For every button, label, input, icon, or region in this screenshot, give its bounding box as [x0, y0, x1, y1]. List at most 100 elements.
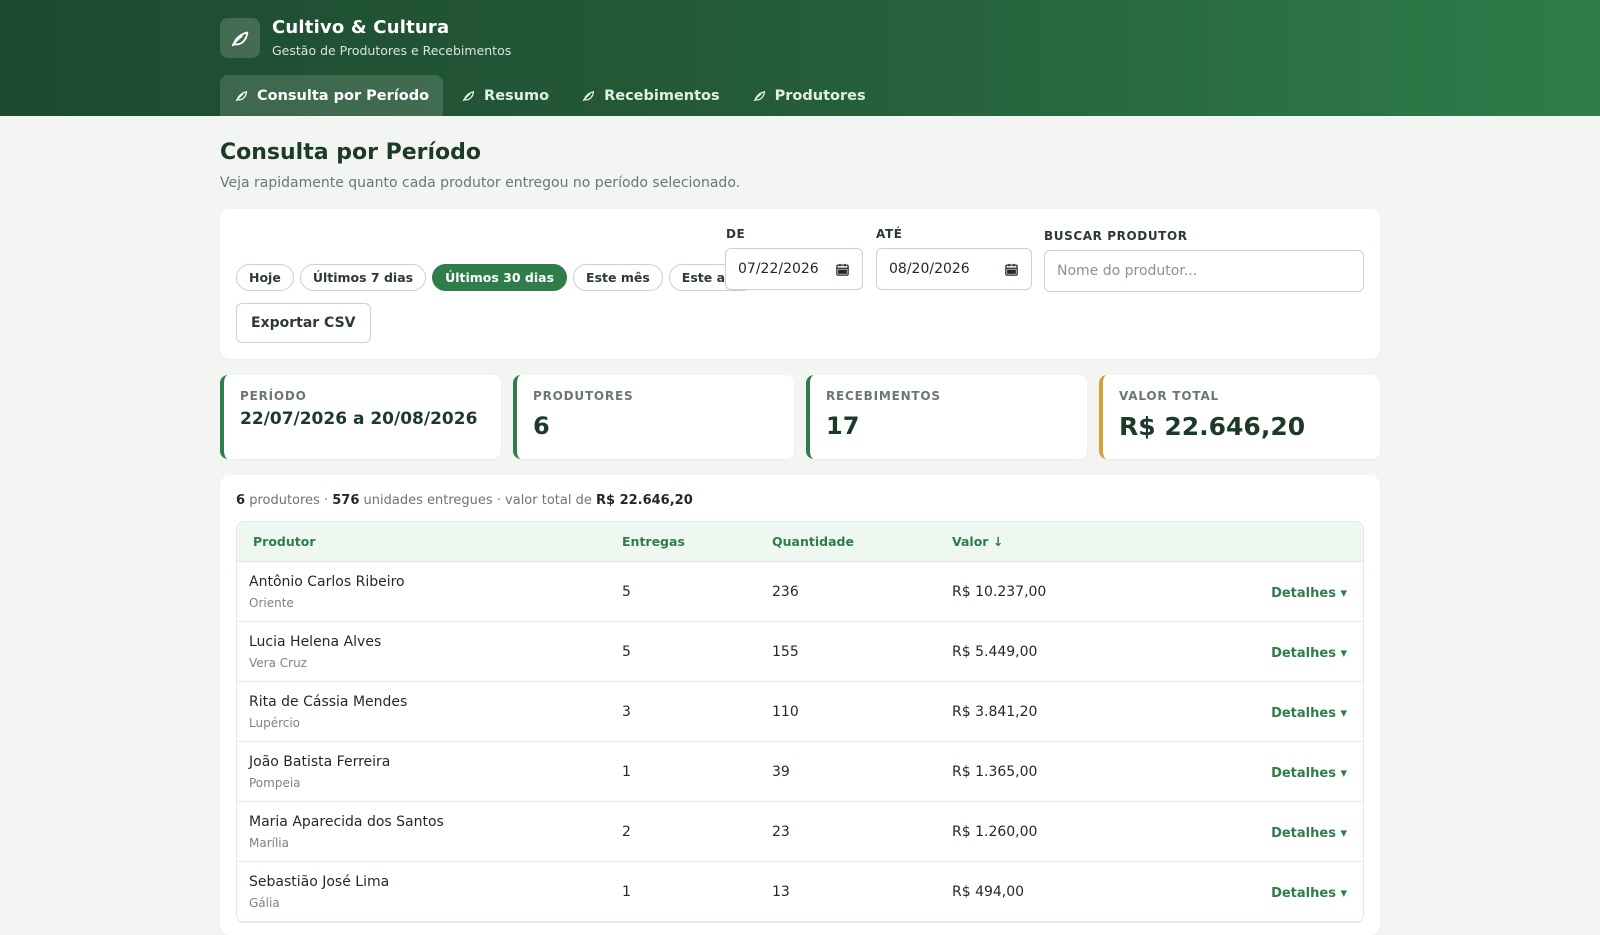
tab-consulta-por-periodo[interactable]: Consulta por Período [220, 75, 444, 116]
producer-cell: Antônio Carlos Ribeiro Oriente [237, 574, 622, 610]
producer-city: Oriente [249, 595, 294, 610]
producer-cell: Maria Aparecida dos Santos Marília [237, 814, 622, 850]
brand-logo [220, 17, 260, 58]
table-row: Sebastião José Lima Gália 1 13 R$ 494,00… [237, 862, 1363, 922]
app-title: Cultivo & Cultura [272, 17, 450, 38]
page-title: Consulta por Período [220, 140, 482, 165]
tab-produtores[interactable]: Produtores [738, 75, 880, 116]
quantity-cell: 236 [772, 583, 799, 600]
stat-label: PERÍODO [240, 389, 307, 403]
export-csv-button[interactable]: Exportar CSV [236, 303, 371, 343]
producer-city: Lupércio [249, 715, 301, 730]
summary-total: R$ 22.646,20 [595, 493, 693, 508]
table-row: Lucia Helena Alves Vera Cruz 5 155 R$ 5.… [237, 622, 1363, 682]
calendar-icon[interactable] [835, 262, 850, 277]
table-row: Maria Aparecida dos Santos Marília 2 23 … [237, 802, 1363, 862]
header-value[interactable]: Valor ↓ [952, 534, 1202, 549]
stat-label: RECEBIMENTOS [826, 389, 941, 403]
producer-name: Maria Aparecida dos Santos [249, 813, 444, 830]
main-content: Consulta por Período Veja rapidamente qu… [220, 116, 1380, 935]
calendar-icon[interactable] [1004, 262, 1019, 277]
to-date-value: 08/20/2026 [889, 261, 970, 277]
tab-label: Consulta por Período [257, 87, 430, 104]
stat-producers: PRODUTORES 6 [513, 375, 794, 459]
results-card: 6 produtores · 576 unidades entregues · … [220, 475, 1380, 935]
from-date-label: DE [726, 227, 746, 241]
stat-value: 17 [826, 412, 860, 440]
details-toggle[interactable]: Detalhes ▾ [1271, 586, 1347, 601]
filter-panel: Hoje Últimos 7 dias Últimos 30 dias Este… [220, 209, 1380, 359]
producer-cell: Sebastião José Lima Gália [237, 874, 622, 910]
table-row: João Batista Ferreira Pompeia 1 39 R$ 1.… [237, 742, 1363, 802]
producer-cell: Rita de Cássia Mendes Lupércio [237, 694, 622, 730]
stat-receipts: RECEBIMENTOS 17 [806, 375, 1087, 459]
quantity-cell: 23 [772, 823, 790, 840]
value-cell: R$ 1.365,00 [952, 763, 1038, 780]
tab-resumo[interactable]: Resumo [447, 75, 563, 116]
summary-units-count: 576 [332, 493, 360, 508]
leaf-icon [462, 91, 475, 102]
value-cell: R$ 494,00 [952, 883, 1025, 900]
table-row: Rita de Cássia Mendes Lupércio 3 110 R$ … [237, 682, 1363, 742]
value-cell: R$ 3.841,20 [952, 703, 1038, 720]
producer-name: Lucia Helena Alves [249, 633, 382, 650]
stat-value: R$ 22.646,20 [1119, 412, 1306, 441]
producer-city: Pompeia [249, 775, 301, 790]
summary-units-text: unidades entregues · valor total de [363, 493, 592, 508]
stat-value: 22/07/2026 a 20/08/2026 [240, 409, 478, 429]
stat-period: PERÍODO 22/07/2026 a 20/08/2026 [220, 375, 501, 459]
stat-value: 6 [533, 412, 550, 440]
main-nav: Consulta por Período Resumo Recebimentos… [220, 75, 884, 116]
brand: Cultivo & Cultura Gestão de Produtores e… [220, 17, 511, 58]
details-toggle[interactable]: Detalhes ▾ [1271, 646, 1347, 661]
details-toggle[interactable]: Detalhes ▾ [1271, 706, 1347, 721]
search-producer-input[interactable]: Nome do produtor... [1044, 250, 1364, 292]
app-header: Cultivo & Cultura Gestão de Produtores e… [0, 0, 1600, 116]
header-producer[interactable]: Produtor [237, 534, 622, 549]
quantity-cell: 39 [772, 763, 790, 780]
stat-label: VALOR TOTAL [1119, 389, 1219, 403]
summary-producers-count: 6 [236, 493, 246, 508]
search-producer-label: BUSCAR PRODUTOR [1044, 229, 1188, 243]
tab-recebimentos[interactable]: Recebimentos [567, 75, 734, 116]
quantity-cell: 110 [772, 703, 799, 720]
quantity-cell: 13 [772, 883, 790, 900]
to-date-field[interactable]: 08/20/2026 [876, 248, 1032, 290]
quantity-cell: 155 [772, 643, 799, 660]
chip-ultimos-30-dias[interactable]: Últimos 30 dias [432, 264, 568, 291]
details-toggle[interactable]: Detalhes ▾ [1271, 886, 1347, 901]
producer-cell: Lucia Helena Alves Vera Cruz [237, 634, 622, 670]
brand-text: Cultivo & Cultura Gestão de Produtores e… [272, 17, 511, 58]
page-subtitle: Veja rapidamente quanto cada produtor en… [220, 175, 741, 191]
table-header: Produtor Entregas Quantidade Valor ↓ [237, 522, 1363, 562]
stat-total-value: VALOR TOTAL R$ 22.646,20 [1099, 375, 1380, 459]
leaf-icon [235, 91, 248, 102]
producer-city: Marília [249, 835, 289, 850]
producer-name: Antônio Carlos Ribeiro [249, 573, 405, 590]
summary-producers-text: produtores · [249, 493, 329, 508]
to-date-label: ATÉ [876, 227, 903, 241]
chip-ultimos-7-dias[interactable]: Últimos 7 dias [299, 264, 427, 291]
value-cell: R$ 10.237,00 [952, 583, 1047, 600]
search-placeholder: Nome do produtor... [1057, 263, 1198, 279]
from-date-value: 07/22/2026 [738, 261, 819, 277]
details-toggle[interactable]: Detalhes ▾ [1271, 826, 1347, 841]
deliveries-cell: 1 [622, 883, 631, 900]
tab-label: Resumo [484, 87, 550, 104]
value-cell: R$ 1.260,00 [952, 823, 1038, 840]
quick-range-chips: Hoje Últimos 7 dias Últimos 30 dias Este… [236, 264, 762, 291]
details-toggle[interactable]: Detalhes ▾ [1271, 766, 1347, 781]
from-date-field[interactable]: 07/22/2026 [725, 248, 863, 290]
header-quantity[interactable]: Quantidade [772, 534, 952, 549]
producer-name: Sebastião José Lima [249, 873, 390, 890]
producer-name: João Batista Ferreira [249, 753, 391, 770]
producers-table: Produtor Entregas Quantidade Valor ↓ Ant… [236, 521, 1364, 923]
chip-este-mes[interactable]: Este mês [573, 264, 663, 291]
leaf-icon [582, 91, 595, 102]
header-deliveries[interactable]: Entregas [622, 534, 772, 549]
producer-city: Gália [249, 895, 280, 910]
deliveries-cell: 5 [622, 583, 631, 600]
producer-city: Vera Cruz [249, 655, 307, 670]
chip-hoje[interactable]: Hoje [236, 264, 294, 291]
leaf-icon [753, 91, 765, 102]
